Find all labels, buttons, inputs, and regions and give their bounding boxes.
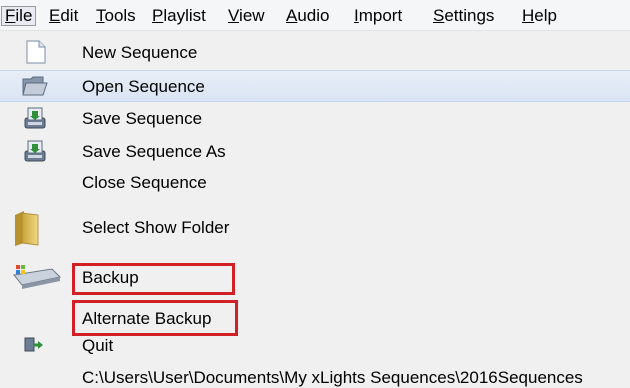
menu-label-new-sequence: New Sequence: [82, 43, 198, 62]
menu-help[interactable]: Help: [519, 7, 560, 25]
annotation-highlight-backup: [72, 263, 235, 295]
menu-label-save-sequence: Save Sequence: [82, 109, 203, 128]
menu-label-save-sequence-as: Save Sequence As: [82, 142, 226, 161]
folder-icon: [15, 211, 39, 246]
menu-edit[interactable]: Edit: [46, 7, 81, 25]
menu-item-recent-sequence[interactable]: C:\Users\User\Documents\My xLights Seque…: [0, 365, 630, 388]
menu-item-new-sequence[interactable]: New Sequence: [0, 37, 630, 67]
menu-audio[interactable]: Audio: [283, 7, 332, 25]
new-document-icon: [26, 40, 46, 64]
save-icon: [24, 107, 46, 129]
menu-item-close-sequence[interactable]: Close Sequence: [0, 169, 630, 199]
menu-label-quit: Quit: [82, 336, 114, 355]
open-folder-icon: [22, 76, 48, 96]
menu-tools[interactable]: Tools: [93, 7, 139, 25]
menu-label-close-sequence: Close Sequence: [82, 173, 207, 192]
menu-item-quit[interactable]: Quit: [0, 332, 630, 360]
menu-bar: File Edit Tools Playlist View Audio Impo…: [0, 0, 630, 31]
menu-item-save-sequence[interactable]: Save Sequence: [0, 103, 630, 133]
save-as-icon: [24, 140, 46, 162]
menu-item-select-show-folder[interactable]: Select Show Folder: [0, 207, 630, 249]
menu-settings[interactable]: Settings: [430, 7, 497, 25]
menu-label-open-sequence: Open Sequence: [82, 77, 205, 96]
menu-item-save-sequence-as[interactable]: Save Sequence As: [0, 136, 630, 166]
backup-drive-icon: [13, 265, 62, 289]
menu-import[interactable]: Import: [351, 7, 405, 25]
menu-item-open-sequence[interactable]: Open Sequence: [0, 70, 630, 102]
menu-view[interactable]: View: [225, 7, 268, 25]
menu-label-select-show-folder: Select Show Folder: [82, 218, 230, 237]
quit-icon: [24, 337, 43, 352]
recent-sequence-path: C:\Users\User\Documents\My xLights Seque…: [82, 368, 583, 387]
menu-file[interactable]: File: [1, 6, 37, 26]
annotation-highlight-alternate-backup: [72, 300, 238, 336]
file-menu-dropdown: New Sequence Open Sequence Save Sequence…: [0, 31, 630, 388]
menu-playlist[interactable]: Playlist: [149, 7, 209, 25]
